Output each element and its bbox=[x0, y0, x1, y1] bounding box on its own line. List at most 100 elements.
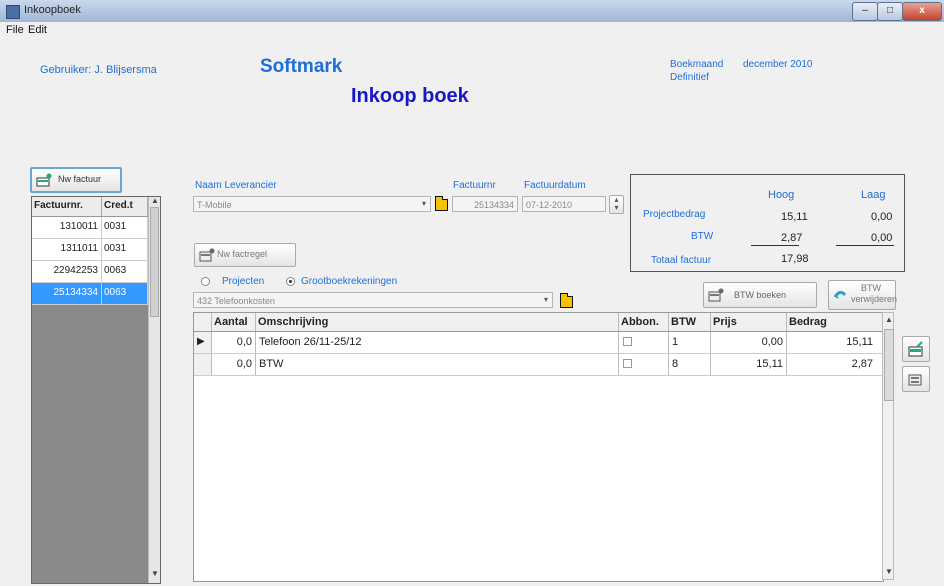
status-label: Definitief bbox=[670, 72, 709, 83]
cell-prijs[interactable]: 15,11 bbox=[711, 354, 787, 375]
side-edit-button[interactable] bbox=[902, 336, 930, 362]
new-line-icon bbox=[199, 248, 215, 262]
list-item[interactable]: 1311011 0031 bbox=[32, 239, 148, 261]
invoice-list[interactable]: Factuurnr. Cred.t 1310011 0031 1311011 0… bbox=[31, 196, 161, 584]
list-item[interactable]: 1310011 0031 bbox=[32, 217, 148, 239]
btw-book-icon bbox=[708, 288, 724, 302]
radio-ledger[interactable] bbox=[286, 277, 295, 286]
list-item-selected[interactable]: 25134334 0063 bbox=[32, 283, 148, 305]
project-amount-label: Projectbedrag bbox=[643, 209, 706, 220]
scroll-down-icon[interactable]: ▼ bbox=[151, 569, 159, 578]
cell-omschrijving[interactable]: BTW bbox=[256, 354, 619, 375]
page-title: Inkoop boek bbox=[351, 85, 469, 107]
supplier-select[interactable]: T-Mobile bbox=[193, 196, 431, 212]
radio-ledger-label: Grootboekrekeningen bbox=[301, 276, 398, 287]
new-invoice-button[interactable]: Nw factuur bbox=[30, 167, 122, 193]
radio-projects[interactable] bbox=[201, 277, 210, 286]
new-line-button[interactable]: Nw factregel bbox=[194, 243, 296, 267]
totals-col-high: Hoog bbox=[768, 189, 795, 201]
btw-book-button[interactable]: BTW boeken bbox=[703, 282, 817, 308]
btw-remove-button[interactable]: BTW verwijderen bbox=[828, 280, 898, 310]
col-prijs[interactable]: Prijs bbox=[711, 313, 787, 331]
scrollbar-thumb[interactable] bbox=[150, 207, 159, 317]
table-row[interactable]: ▶ 0,0 Telefoon 26/11-25/12 1 0,00 15,11 bbox=[194, 332, 883, 354]
btw-low: 0,00 bbox=[871, 232, 893, 244]
new-invoice-label: Nw factuur bbox=[58, 174, 102, 184]
list-item-factuurnr: 25134334 bbox=[32, 283, 102, 304]
abbon-checkbox[interactable] bbox=[623, 337, 632, 346]
list-item-factuurnr: 22942253 bbox=[32, 261, 102, 282]
minimize-button[interactable]: – bbox=[852, 2, 878, 21]
list-item-factuurnr: 1311011 bbox=[32, 239, 102, 260]
date-spinner[interactable]: ▴ ▾ bbox=[609, 195, 624, 214]
table-row[interactable]: 0,0 BTW 8 15,11 2,87 bbox=[194, 354, 883, 376]
supplier-label: Naam Leverancier bbox=[195, 180, 277, 191]
total-value: 17,98 bbox=[781, 253, 809, 265]
cell-omschrijving[interactable]: Telefoon 26/11-25/12 bbox=[256, 332, 619, 353]
scroll-up-icon[interactable]: ▲ bbox=[151, 196, 159, 205]
abbon-checkbox[interactable] bbox=[623, 359, 632, 368]
cell-btw[interactable]: 1 bbox=[669, 332, 711, 353]
invoice-no-field[interactable]: 25134334 bbox=[452, 196, 518, 212]
divider bbox=[751, 245, 799, 246]
btw-remove-icon bbox=[833, 289, 847, 301]
list-item-cred: 0063 bbox=[102, 283, 148, 304]
window-title: Inkoopboek bbox=[24, 4, 81, 16]
row-indicator bbox=[194, 354, 212, 375]
invoice-no-label: Factuurnr bbox=[453, 180, 496, 191]
col-btw[interactable]: BTW bbox=[669, 313, 711, 331]
grid-scrollbar[interactable]: ▲ ▼ bbox=[882, 312, 894, 580]
menu-edit[interactable]: Edit bbox=[28, 24, 47, 36]
folder-icon[interactable] bbox=[435, 196, 448, 211]
cell-bedrag[interactable]: 2,87 bbox=[787, 354, 883, 375]
list-item-factuurnr: 1310011 bbox=[32, 217, 102, 238]
invoice-list-header: Factuurnr. Cred.t bbox=[32, 197, 148, 217]
period-label: Boekmaand bbox=[670, 59, 724, 70]
col-omschrijving[interactable]: Omschrijving bbox=[256, 313, 619, 331]
title-bar: Inkoopboek – □ x bbox=[0, 0, 944, 23]
btw-remove-label-1: BTW bbox=[861, 283, 881, 293]
app-icon bbox=[6, 5, 20, 19]
col-bedrag[interactable]: Bedrag bbox=[787, 313, 883, 331]
col-aantal[interactable]: Aantal bbox=[212, 313, 256, 331]
cell-prijs[interactable]: 0,00 bbox=[711, 332, 787, 353]
menu-file[interactable]: File bbox=[6, 24, 24, 36]
grid-header-indicator bbox=[194, 313, 212, 331]
cell-abbon[interactable] bbox=[619, 332, 669, 353]
radio-projects-label: Projecten bbox=[222, 276, 265, 287]
ledger-select[interactable]: 432 Telefoonkosten bbox=[193, 292, 553, 308]
col-factuurnr[interactable]: Factuurnr. bbox=[32, 197, 102, 216]
cell-abbon[interactable] bbox=[619, 354, 669, 375]
menu-bar: File Edit bbox=[0, 22, 944, 40]
btw-remove-label-2: verwijderen bbox=[851, 294, 898, 304]
company-name: Softmark bbox=[260, 56, 343, 77]
grid-header: Aantal Omschrijving Abbon. BTW Prijs Bed… bbox=[194, 313, 883, 332]
list-item[interactable]: 22942253 0063 bbox=[32, 261, 148, 283]
scroll-down-icon[interactable]: ▼ bbox=[885, 567, 893, 576]
cell-btw[interactable]: 8 bbox=[669, 354, 711, 375]
scroll-up-icon[interactable]: ▲ bbox=[885, 315, 893, 324]
ledger-dropdown-icon[interactable]: ▾ bbox=[540, 293, 552, 307]
total-label: Totaal factuur bbox=[651, 255, 712, 266]
cell-aantal[interactable]: 0,0 bbox=[212, 332, 256, 353]
divider bbox=[836, 245, 894, 246]
totals-panel: Hoog Laag Projectbedrag 15,11 0,00 BTW 2… bbox=[630, 174, 905, 272]
project-amount-high: 15,11 bbox=[781, 211, 808, 223]
invoice-list-scrollbar[interactable]: ▲ ▼ bbox=[148, 196, 160, 583]
col-abbon[interactable]: Abbon. bbox=[619, 313, 669, 331]
period-value: december 2010 bbox=[743, 59, 813, 70]
list-item-cred: 0063 bbox=[102, 261, 148, 282]
side-calc-button[interactable] bbox=[902, 366, 930, 392]
new-line-label: Nw factregel bbox=[217, 249, 268, 259]
cell-aantal[interactable]: 0,0 bbox=[212, 354, 256, 375]
scrollbar-thumb[interactable] bbox=[884, 329, 894, 401]
supplier-dropdown-icon[interactable]: ▾ bbox=[418, 197, 430, 211]
invoice-lines-grid[interactable]: Aantal Omschrijving Abbon. BTW Prijs Bed… bbox=[193, 312, 884, 582]
maximize-button[interactable]: □ bbox=[877, 2, 903, 21]
cell-bedrag[interactable]: 15,11 bbox=[787, 332, 883, 353]
col-cred[interactable]: Cred.t bbox=[102, 197, 148, 216]
list-item-cred: 0031 bbox=[102, 239, 148, 260]
invoice-date-field[interactable]: 07-12-2010 bbox=[522, 196, 606, 212]
close-button[interactable]: x bbox=[902, 2, 942, 21]
folder-icon[interactable] bbox=[560, 293, 573, 308]
